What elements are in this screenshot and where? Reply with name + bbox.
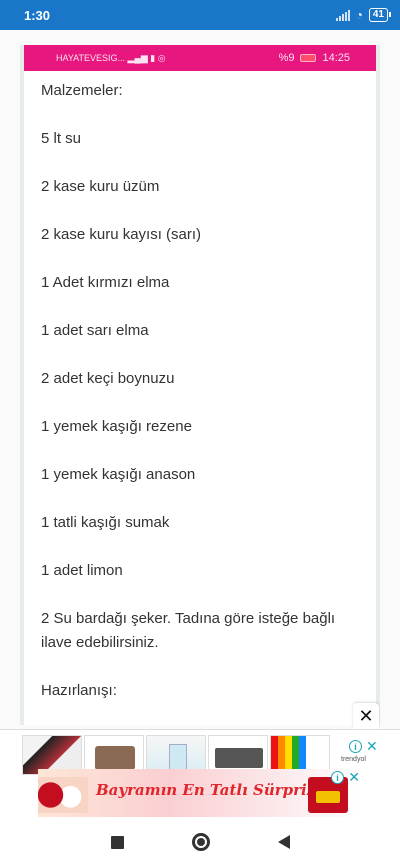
ingredients-heading: Malzemeler: — [41, 82, 123, 99]
embedded-battery-percent: %9 — [278, 52, 295, 64]
status-bar: 1:30 ◔ 41 — [0, 0, 400, 30]
adchoices[interactable]: i ✕ — [349, 738, 378, 755]
navigation-bar — [0, 818, 400, 866]
ingredient-item: 1 tatli kaşığı sumak — [41, 514, 170, 531]
ingredient-item: 1 yemek kaşığı rezene — [41, 418, 192, 435]
candy-image — [38, 777, 88, 813]
embedded-battery-icon — [300, 54, 317, 62]
ingredient-item: 2 adet keçi boynuzu — [41, 370, 175, 387]
ad-info-icon[interactable]: i — [349, 740, 362, 753]
ingredient-item: 1 adet limon — [41, 562, 123, 579]
ad-banner-text: Bayramın En Tatlı Sürprizi — [96, 781, 321, 799]
banner-close-icon[interactable]: ✕ — [348, 769, 360, 786]
embedded-time: 14:25 — [322, 52, 350, 64]
gift-box-image — [308, 777, 348, 813]
status-time: 1:30 — [24, 7, 51, 23]
preparation-heading: Hazırlanışı: — [41, 682, 117, 699]
ingredient-item: 1 adet sarı elma — [41, 322, 149, 339]
ingredient-item: 1 yemek kaşığı anason — [41, 466, 196, 483]
ingredient-item: 1 Adet kırmızı elma — [41, 274, 170, 291]
ingredient-item: 2 kase kuru üzüm — [41, 178, 160, 195]
signal-icon — [335, 9, 350, 21]
embedded-screenshot-status-bar: HAYATEVESIG... ▂▄▆ ▮ ◎ %9 14:25 — [24, 45, 376, 71]
ad-strip[interactable]: i ✕ trendyol Bayramın En Tatlı Sürprizi … — [0, 729, 400, 818]
ad-banner[interactable]: Bayramın En Tatlı Sürprizi i ✕ — [38, 769, 362, 817]
brand-label: trendyol — [341, 756, 366, 763]
banner-info-icon[interactable]: i — [331, 771, 344, 784]
battery-level: 41 — [372, 9, 384, 20]
embedded-status-right: %9 14:25 — [279, 52, 350, 64]
battery-icon: 41 — [368, 8, 392, 22]
ingredient-item: 2 kase kuru kayısı (sarı) — [41, 226, 202, 243]
ad-dismiss-icon[interactable]: ✕ — [366, 738, 378, 755]
embedded-carrier: HAYATEVESIG... ▂▄▆ ▮ ◎ — [56, 52, 166, 63]
back-button[interactable] — [277, 835, 290, 849]
wifi-icon: ◔ — [355, 8, 363, 22]
article-card: HAYATEVESIG... ▂▄▆ ▮ ◎ %9 14:25 Malzemel… — [20, 45, 380, 725]
ad-close-button[interactable]: ✕ — [353, 703, 379, 729]
recipe-content: Malzemeler: 5 lt su 2 kase kuru üzüm 2 k… — [24, 71, 376, 703]
ingredient-item: 2 Su bardağı şeker. Tadına göre isteğe b… — [41, 610, 336, 651]
recents-button[interactable] — [110, 835, 124, 849]
ingredient-item: 5 lt su — [41, 130, 82, 147]
home-button[interactable] — [191, 833, 210, 851]
close-icon: ✕ — [358, 705, 374, 726]
